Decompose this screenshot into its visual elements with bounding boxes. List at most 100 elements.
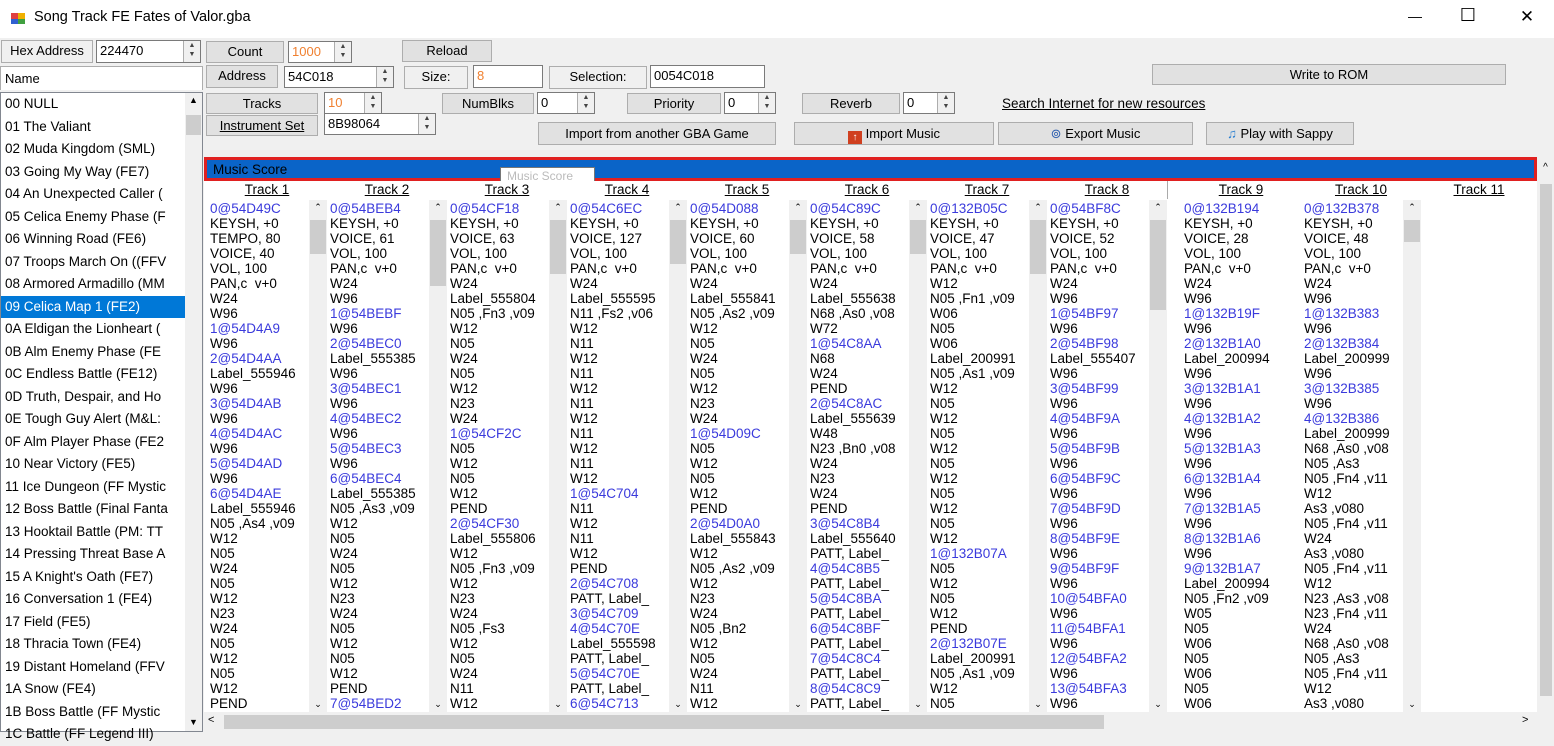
song-list-item[interactable]: 05 Celica Enemy Phase (F [1, 206, 187, 229]
scroll-up-icon[interactable]: ^ [1537, 162, 1554, 173]
scroll-up-icon[interactable]: ⌃ [1029, 202, 1047, 213]
track-scroll-thumb[interactable] [550, 220, 566, 274]
minimize-button[interactable]: — [1395, 8, 1435, 24]
track-header[interactable]: Track 3 [447, 181, 568, 199]
song-list-item[interactable]: 12 Boss Battle (Final Fanta [1, 498, 187, 521]
track-column[interactable]: 0@54BF8C KEYSH, +0 VOICE, 52 VOL, 100 PAN,c … [1047, 200, 1167, 712]
track-column[interactable]: 0@54C6EC KEYSH, +0 VOICE, 127 VOL, 100 PAN,c… [567, 200, 687, 712]
instrument-set-spinner[interactable]: ▲ ▼ [418, 114, 435, 134]
track-scroll-thumb[interactable] [430, 220, 446, 286]
search-internet-link[interactable]: Search Internet for new resources [1002, 96, 1205, 111]
hex-address-spinner[interactable]: ▲ ▼ [183, 41, 200, 62]
track-column[interactable]: 0@54CF18 KEYSH, +0 VOICE, 63 VOL, 100 PAN,c … [447, 200, 567, 712]
numblks-spinner[interactable]: ▲ ▼ [577, 93, 594, 113]
track-column[interactable]: 0@132B05C KEYSH, +0 VOICE, 47 VOL, 100 PAN,c… [927, 200, 1047, 712]
song-list-item[interactable]: 0D Truth, Despair, and Ho [1, 386, 187, 409]
scroll-down-icon[interactable]: ▼ [185, 717, 202, 727]
track-header[interactable]: Track 8 [1047, 181, 1168, 199]
scroll-right-icon[interactable]: > [1522, 714, 1528, 726]
scroll-left-icon[interactable]: < [208, 714, 214, 726]
song-list-item[interactable]: 00 NULL [1, 93, 187, 116]
song-list-item[interactable]: 19 Distant Homeland (FFV [1, 656, 187, 679]
count-input[interactable]: 1000 ▲ ▼ [288, 41, 352, 63]
import-music-button[interactable]: ↑ Import Music [794, 122, 994, 145]
scroll-up-icon[interactable]: ▲ [185, 95, 202, 105]
track-column[interactable]: 0@54C89C KEYSH, +0 VOICE, 58 VOL, 100 PAN,c … [807, 200, 927, 712]
track-header[interactable]: Track 4 [567, 181, 688, 199]
track-scrollbar[interactable]: ⌃ ⌄ [1029, 200, 1047, 712]
song-list-scrollbar[interactable]: ▲ ▼ [185, 93, 202, 731]
song-list-item[interactable]: 1B Boss Battle (FF Mystic [1, 701, 187, 724]
scroll-up-icon[interactable]: ⌃ [669, 202, 687, 213]
song-list-item[interactable]: 1A Snow (FE4) [1, 678, 187, 701]
track-header[interactable]: Track 9 [1181, 181, 1302, 199]
song-list-item[interactable]: 09 Celica Map 1 (FE2) [1, 295, 187, 318]
track-column[interactable]: 0@132B378 KEYSH, +0 VOICE, 48 VOL, 100 PAN,c… [1301, 200, 1421, 712]
track-scroll-thumb[interactable] [310, 220, 326, 254]
track-header[interactable]: Track 10 [1301, 181, 1422, 199]
song-list-item[interactable]: 13 Hooktail Battle (PM: TT [1, 521, 187, 544]
score-vscroll[interactable]: ^ [1537, 160, 1554, 712]
scroll-thumb[interactable] [186, 115, 201, 135]
song-list-item[interactable]: 15 A Knight's Oath (FE7) [1, 566, 187, 589]
scroll-down-icon[interactable]: ⌄ [309, 699, 327, 710]
scroll-down-icon[interactable]: ⌄ [1149, 699, 1167, 710]
scroll-up-icon[interactable]: ⌃ [549, 202, 567, 213]
track-header[interactable]: Track 1 [207, 181, 328, 199]
priority-spinner[interactable]: ▲ ▼ [758, 93, 775, 113]
reverb-input[interactable]: 0 ▲ ▼ [903, 92, 955, 114]
track-scroll-thumb[interactable] [1404, 220, 1420, 242]
song-list-item[interactable]: 10 Near Victory (FE5) [1, 453, 187, 476]
tracks-input[interactable]: 10 ▲ ▼ [324, 92, 382, 114]
score-hscroll[interactable]: < > [204, 712, 1554, 732]
song-list-item[interactable]: 06 Winning Road (FE6) [1, 228, 187, 251]
export-music-button[interactable]: ⊚ Export Music [998, 122, 1193, 145]
scroll-down-icon[interactable]: ⌄ [1029, 699, 1047, 710]
track-column[interactable]: 0@54BEB4 KEYSH, +0 VOICE, 61 VOL, 100 PAN,c … [327, 200, 447, 712]
song-list-item[interactable]: 16 Conversation 1 (FE4) [1, 588, 187, 611]
instrument-set-input[interactable]: 8B98064 ▲ ▼ [324, 113, 436, 135]
address-input[interactable]: 54C018 ▲ ▼ [284, 66, 394, 88]
track-scroll-thumb[interactable] [1030, 220, 1046, 274]
scroll-up-icon[interactable]: ⌃ [789, 202, 807, 213]
music-score-bar[interactable]: Music Score [204, 157, 1537, 181]
close-button[interactable]: ✕ [1507, 7, 1547, 27]
scroll-up-icon[interactable]: ⌃ [1149, 202, 1167, 213]
song-list[interactable]: 00 NULL 01 The Valiant 02 Muda Kingdom (SM… [0, 92, 203, 741]
track-column[interactable]: 0@132B194 KEYSH, +0 VOICE, 28 VOL, 100 PAN,c… [1181, 200, 1301, 712]
scroll-down-icon[interactable]: ⌄ [1403, 699, 1421, 710]
reverb-spinner[interactable]: ▲ ▼ [937, 93, 954, 113]
track-column[interactable]: 0@54D088 KEYSH, +0 VOICE, 60 VOL, 100 PAN,c … [687, 200, 807, 712]
song-list-item[interactable]: 08 Armored Armadillo (MM [1, 273, 187, 296]
track-column[interactable]: 0@54D49C KEYSH, +0 TEMPO, 80 VOICE, 40 VOL, … [207, 200, 327, 712]
scroll-down-icon[interactable]: ⌄ [909, 699, 927, 710]
track-column[interactable] [1421, 200, 1537, 712]
scroll-down-icon[interactable]: ⌄ [789, 699, 807, 710]
track-scrollbar[interactable]: ⌃ ⌄ [549, 200, 567, 712]
song-list-item[interactable]: 1C Battle (FF Legend III) [1, 723, 187, 746]
song-list-item[interactable]: 07 Troops March On ((FFV [1, 251, 187, 274]
scroll-up-icon[interactable]: ⌃ [309, 202, 327, 213]
track-scrollbar[interactable]: ⌃ ⌄ [909, 200, 927, 712]
address-spinner[interactable]: ▲ ▼ [376, 67, 393, 87]
scroll-up-icon[interactable]: ⌃ [429, 202, 447, 213]
track-header[interactable]: Track 5 [687, 181, 808, 199]
song-list-item[interactable]: 01 The Valiant [1, 116, 187, 139]
import-gba-button[interactable]: Import from another GBA Game [538, 122, 776, 145]
track-scrollbar[interactable]: ⌃ ⌄ [1403, 200, 1421, 712]
song-list-item[interactable]: 17 Field (FE5) [1, 611, 187, 634]
song-list-item[interactable]: 02 Muda Kingdom (SML) [1, 138, 187, 161]
track-header[interactable]: Track 11 [1421, 181, 1538, 199]
scroll-down-icon[interactable]: ⌄ [429, 699, 447, 710]
maximize-button[interactable]: ☐ [1448, 5, 1488, 26]
song-list-item[interactable]: 03 Going My Way (FE7) [1, 161, 187, 184]
play-sappy-button[interactable]: ♫ Play with Sappy [1206, 122, 1354, 145]
tracks-spinner[interactable]: ▲ ▼ [364, 93, 381, 113]
selection-input[interactable]: 0054C018 [650, 65, 765, 88]
size-input[interactable]: 8 [473, 65, 543, 88]
track-header[interactable]: Track 7 [927, 181, 1048, 199]
numblks-input[interactable]: 0 ▲ ▼ [537, 92, 595, 114]
track-scroll-thumb[interactable] [670, 220, 686, 264]
track-scroll-thumb[interactable] [910, 220, 926, 254]
score-vscroll-thumb[interactable] [1540, 184, 1552, 696]
